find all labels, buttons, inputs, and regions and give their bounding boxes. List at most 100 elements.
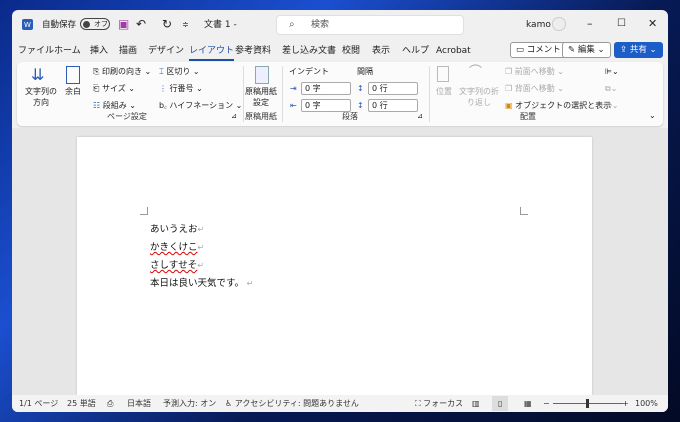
document-line: かきくけこ↵ [150,242,205,253]
spacing-after-icon: ↕ [357,101,364,110]
close-icon[interactable]: ✕ [648,18,657,30]
breaks-icon: ⌶ [159,67,164,76]
word-count[interactable]: 25 単語 [67,398,96,409]
accessibility-status[interactable]: ♿ アクセシビリティ: 問題ありません [225,398,359,409]
margin-corner-mark [140,207,148,215]
bring-forward-label: 前面へ移動 [514,67,555,76]
edit-label: 編集 [577,45,595,55]
word-window: W 自動保存 オフ ▣ ↶ ↻ ≑ 文書 1 - ⌕ 検索 kamo – ☐ ✕ … [12,10,668,412]
language[interactable]: 日本語 [127,398,151,409]
text-direction-button[interactable]: 文字列の 方向 [25,86,57,108]
title-bar: W 自動保存 オフ ▣ ↶ ↻ ≑ 文書 1 - ⌕ 検索 kamo – ☐ ✕ [12,10,668,40]
paragraph-dialog-launcher[interactable]: ⊿ [417,112,423,121]
hyphenation-button[interactable]: b꜀ ハイフネーション ⌄ [159,100,242,111]
size-button[interactable]: ⎗ サイズ ⌄ [93,83,135,94]
tab-acrobat[interactable]: Acrobat [436,46,471,57]
send-backward-button[interactable]: ❐ 背面へ移動 ⌄ [505,83,564,94]
web-layout-icon[interactable]: ▦ [524,398,532,409]
redo-icon[interactable]: ↻ [162,18,172,30]
tab-help[interactable]: ヘルプ [402,46,429,57]
tab-insert[interactable]: 挿入 [90,46,108,57]
tab-home[interactable]: ホーム [54,46,81,57]
autosave-label: 自動保存 [42,20,77,30]
bring-forward-button[interactable]: ❐ 前面へ移動 ⌄ [505,66,564,77]
tab-references[interactable]: 参考資料 [235,46,271,57]
selection-pane-button[interactable]: ▣ オブジェクトの選択と表示 [505,100,611,111]
page-count[interactable]: 1/1 ページ [19,398,58,409]
comment-label: コメント [526,45,561,55]
spacing-before-input[interactable]: 0 行 [368,82,418,95]
position-icon [437,66,449,82]
wrap-text-icon: ⌒ [469,65,483,80]
customize-qat-icon[interactable]: ≑ [182,19,189,31]
save-icon[interactable]: ▣ [118,18,129,30]
user-name[interactable]: kamo [526,19,551,31]
text-direction-icon: ⇊ [31,65,45,84]
share-button[interactable]: ⇪ 共有 ⌄ [614,42,663,58]
zoom-slider-thumb[interactable] [586,399,589,408]
zoom-level[interactable]: 100% [635,398,658,409]
undo-icon[interactable]: ↶ [136,18,146,30]
page-setup-dialog-launcher[interactable]: ⊿ [231,112,237,121]
breaks-button[interactable]: ⌶ 区切り ⌄ [159,66,200,77]
tab-design[interactable]: デザイン [148,46,184,57]
genko-group-label: 原稿用紙 [245,112,277,121]
spacing-label: 間隔 [357,67,373,76]
position-button[interactable]: 位置 [436,86,452,97]
maximize-icon[interactable]: ☐ [617,18,626,30]
tab-draw[interactable]: 描画 [119,46,137,57]
print-layout-icon[interactable]: ▯ [492,396,509,411]
tab-file[interactable]: ファイル [18,46,54,57]
minimize-icon[interactable]: – [587,18,593,30]
document-title: 文書 1 - [204,20,237,30]
tab-mailings[interactable]: 差し込み文書 [282,46,336,57]
margins-button[interactable]: 余白 [65,86,81,97]
search-box[interactable]: ⌕ 検索 [276,15,464,35]
align-icon[interactable]: ⊫⌄ [605,66,619,77]
autosave-toggle[interactable]: オフ [80,18,110,30]
zoom-out-button[interactable]: − [543,398,550,409]
group-icon[interactable]: ⧉⌄ [605,83,617,94]
document-page[interactable]: あいうえお↵ かきくけこ↵ さしすせそ↵ 本日は良い天気です。 ↵ [77,137,592,395]
document-line: さしすせそ↵ [150,260,205,271]
tab-review[interactable]: 校閲 [342,46,360,57]
search-placeholder: 検索 [311,20,330,30]
zoom-in-button[interactable]: + [622,398,629,409]
margins-icon [66,66,80,84]
focus-button[interactable]: ⛶ フォーカス [415,398,463,409]
status-bar: 1/1 ページ 25 単語 ⎙ 日本語 予測入力: オン ♿ アクセシビリティ:… [12,395,668,412]
share-label: 共有 [629,45,647,55]
avatar[interactable] [552,17,566,31]
document-line: あいうえお↵ [150,224,205,235]
tab-view[interactable]: 表示 [372,46,390,57]
orientation-label: 印刷の向き [101,67,142,76]
comment-button[interactable]: ▭ コメント [510,42,567,58]
indent-right-icon: ⇤ [290,101,297,110]
proofing-icon[interactable]: ⎙ [107,398,113,409]
wrap-text-button[interactable]: 文字列の折 り返し [459,86,499,108]
columns-button[interactable]: ☷ 段組み ⌄ [93,100,136,111]
indent-left-input[interactable]: 0 字 [301,82,351,95]
columns-label: 段組み [102,101,127,110]
rotate-icon[interactable]: ⟲⌄ [605,100,618,111]
predictive-input[interactable]: 予測入力: オン [163,398,216,409]
genko-icon [255,66,269,84]
word-logo-icon: W [22,19,33,30]
edit-button[interactable]: ✎ 編集 ⌄ [562,42,611,58]
collapse-ribbon-icon[interactable]: ⌄ [649,110,656,121]
line-numbers-button[interactable]: ⋮ 行番号 ⌄ [159,83,203,94]
ribbon: ⇊ 文字列の 方向 余白 ⎘ 印刷の向き ⌄ ⎗ サイズ ⌄ ☷ 段組み ⌄ ⌶… [17,62,663,126]
spacing-after-input[interactable]: 0 行 [368,99,418,112]
line-numbers-icon: ⋮ [159,84,167,93]
line-numbers-label: 行番号 [169,84,194,93]
read-mode-icon[interactable]: ▥ [472,398,480,409]
indent-label: インデント [289,67,329,76]
search-icon: ⌕ [289,19,295,30]
tab-layout[interactable]: レイアウト [189,46,235,61]
accessibility-label: アクセシビリティ: 問題ありません [234,399,359,408]
page-setup-group-label: ページ設定 [107,112,147,121]
genko-setup-button[interactable]: 原稿用紙 設定 [245,86,277,108]
desktop: W 自動保存 オフ ▣ ↶ ↻ ≑ 文書 1 - ⌕ 検索 kamo – ☐ ✕ … [0,0,680,422]
orientation-button[interactable]: ⎘ 印刷の向き ⌄ [93,66,151,77]
indent-right-input[interactable]: 0 字 [301,99,351,112]
